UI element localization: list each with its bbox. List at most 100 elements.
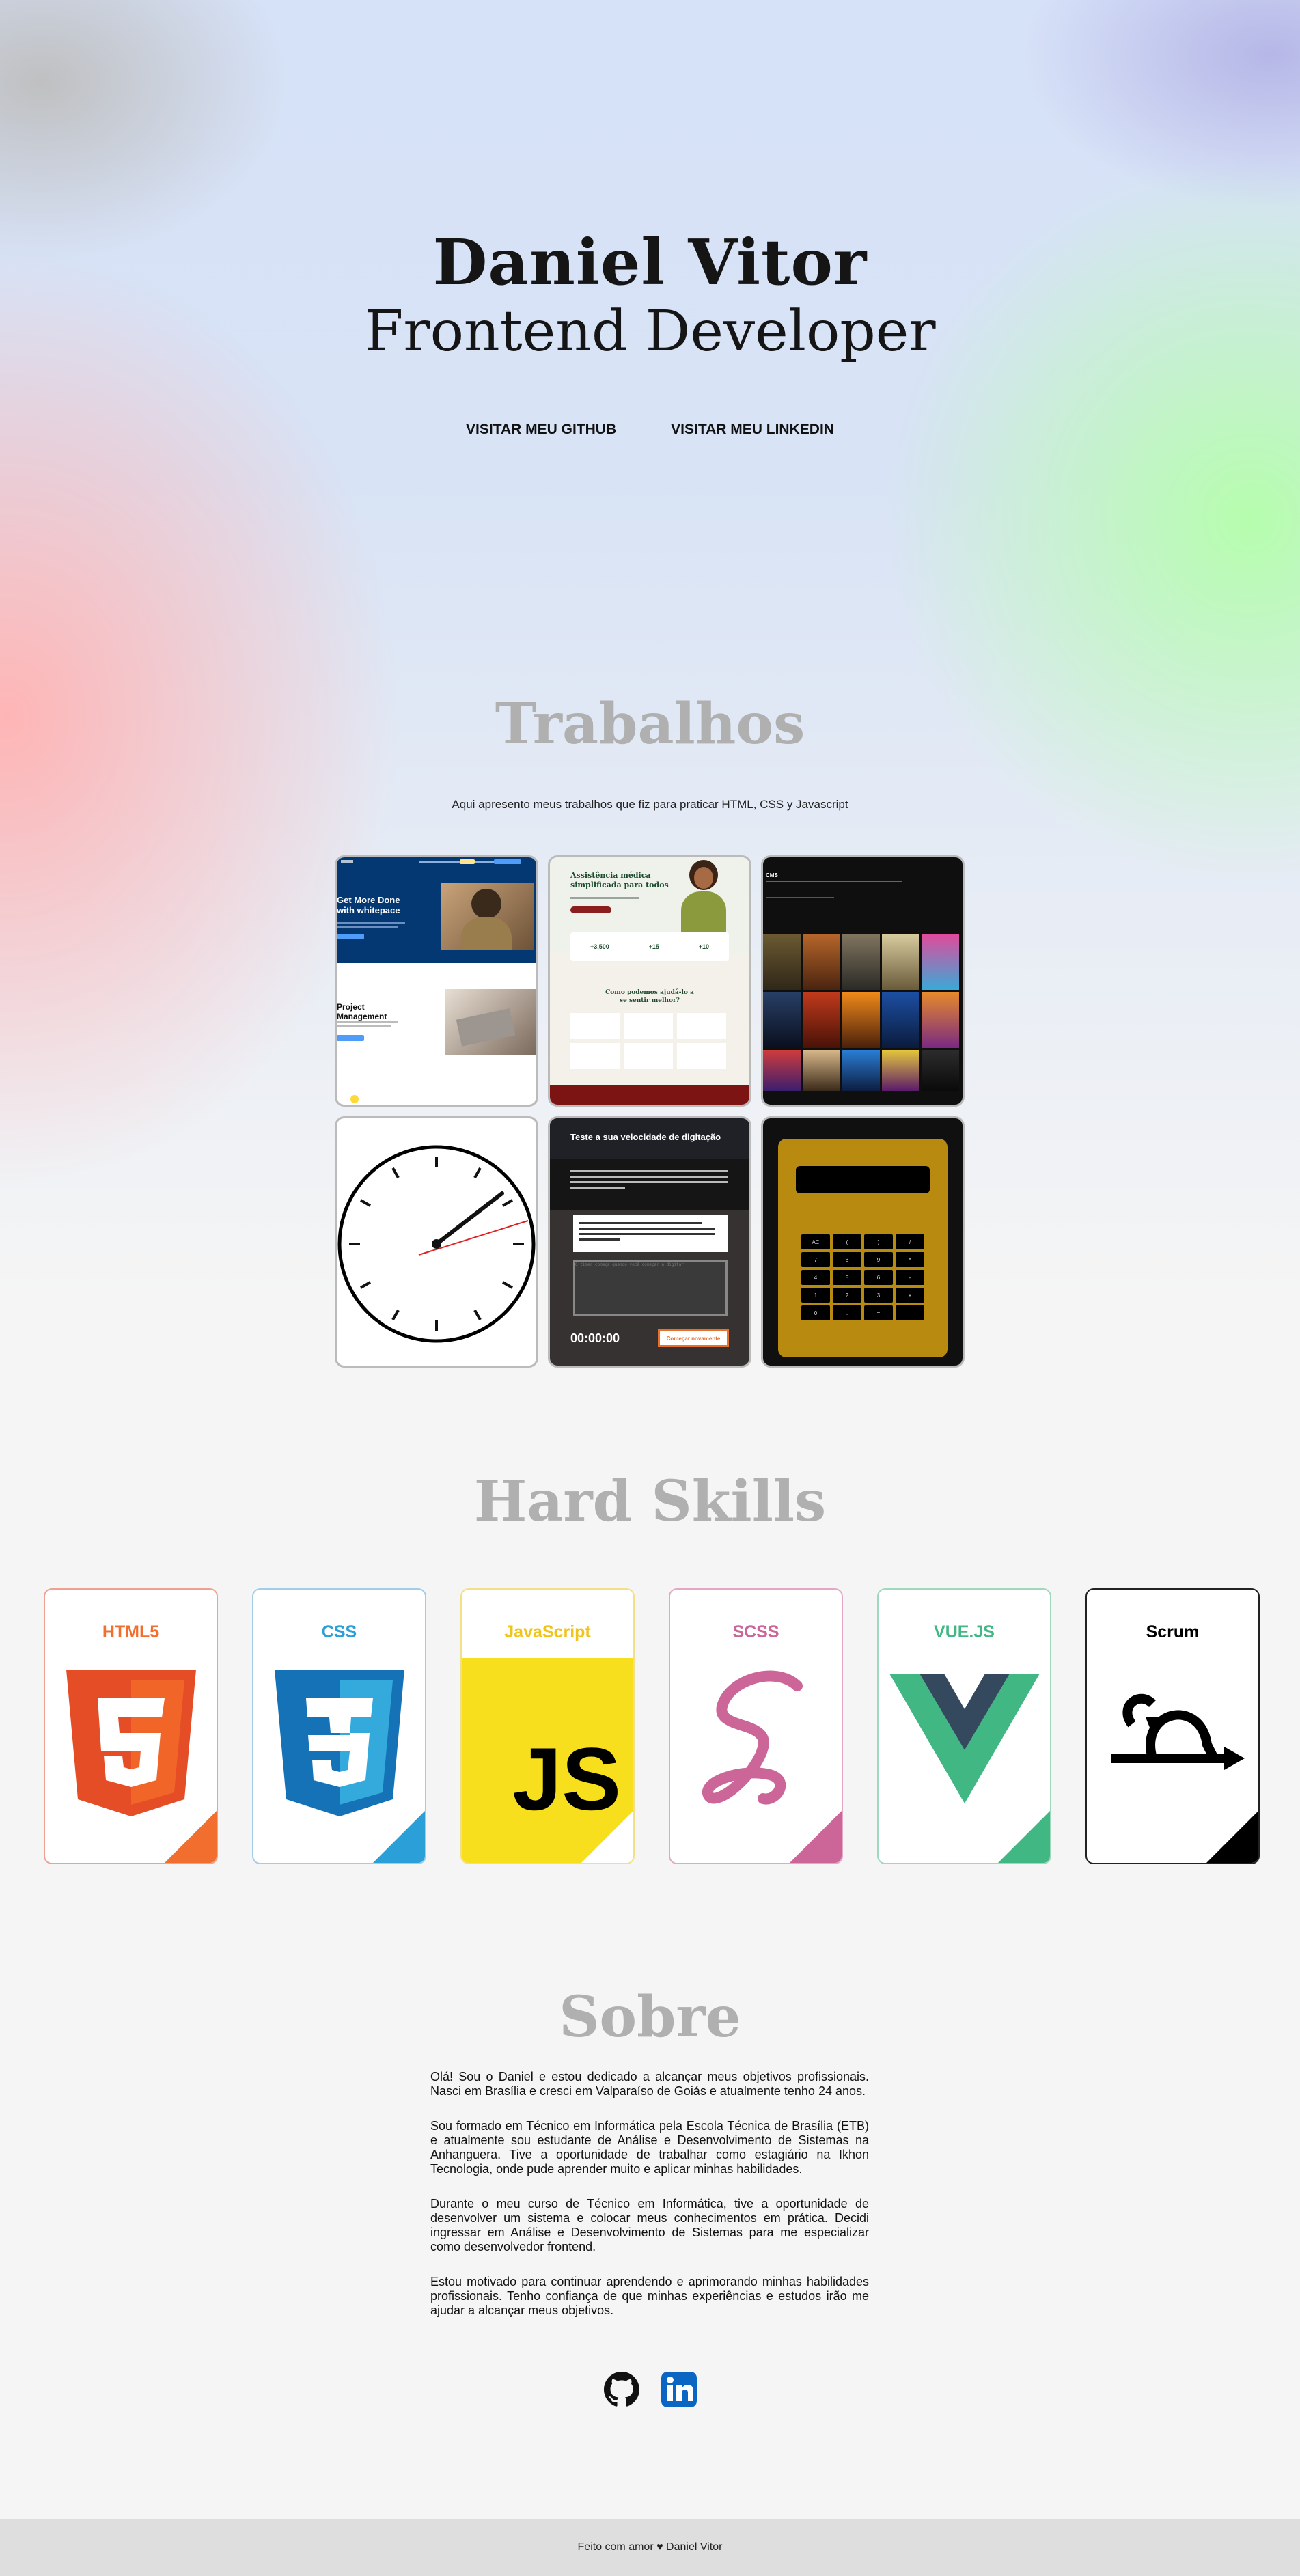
hero-links: VISITAR MEU GITHUB VISITAR MEU LINKEDIN — [0, 421, 1300, 438]
work-thumb-btn — [337, 1035, 364, 1041]
skill-card-javascript[interactable]: JavaScript JS — [460, 1588, 635, 1864]
work-thumb-nav-btn2 — [494, 859, 521, 864]
work-thumb-laptop — [456, 1008, 516, 1047]
hero-section: Daniel Vitor Frontend Developer VISITAR … — [0, 225, 1300, 438]
skill-card-html5[interactable]: HTML5 — [44, 1588, 218, 1864]
work-thumb-heading: Assistência médica simplificada para tod… — [570, 871, 669, 889]
calc-key[interactable]: + — [896, 1288, 924, 1303]
github-icon — [603, 2372, 639, 2407]
poster — [842, 992, 880, 1048]
hero-name: Daniel Vitor — [432, 225, 868, 299]
calc-key[interactable]: ) — [864, 1234, 893, 1249]
skill-label: VUE.JS — [934, 1622, 995, 1642]
work-card-movies[interactable]: CMS — [761, 855, 965, 1107]
html5-icon — [66, 1670, 196, 1816]
work-card-whitepace[interactable]: Get More Done with whitepace Project Man… — [335, 855, 538, 1107]
poster — [922, 992, 959, 1048]
line — [579, 1228, 715, 1230]
poster — [803, 992, 840, 1048]
works-title: Trabalhos — [495, 691, 805, 757]
typing-header: Teste a sua velocidade de digitação — [550, 1118, 749, 1159]
clock-svg — [337, 1145, 536, 1343]
linkedin-icon-link[interactable] — [661, 2372, 697, 2410]
work-thumb-footer — [550, 1085, 749, 1105]
skill-label: HTML5 — [102, 1622, 160, 1642]
work-thumb-text — [570, 897, 639, 899]
work-thumb-person — [680, 857, 728, 934]
calc-key[interactable] — [896, 1305, 924, 1320]
footer-text: Feito com amor ♥ Daniel Vitor — [577, 2541, 723, 2553]
linkedin-link[interactable]: VISITAR MEU LINKEDIN — [671, 421, 834, 438]
poster — [763, 1050, 801, 1091]
skill-card-vue[interactable]: VUE.JS — [877, 1588, 1051, 1864]
work-thumb-cta — [570, 906, 611, 913]
calc-key[interactable]: / — [896, 1234, 924, 1249]
card — [624, 1013, 673, 1039]
calc-key[interactable]: 7 — [801, 1252, 830, 1267]
card — [677, 1013, 726, 1039]
work-thumb-cta — [337, 934, 364, 939]
work-thumb-text2 — [766, 897, 834, 898]
calc-keypad: AC ( ) / 7 8 9 * 4 5 6 - 1 2 3 + 0 . = — [801, 1234, 924, 1320]
line — [570, 1187, 625, 1189]
calc-key[interactable]: - — [896, 1270, 924, 1285]
calc-body: AC ( ) / 7 8 9 * 4 5 6 - 1 2 3 + 0 . = — [778, 1139, 948, 1357]
calc-key[interactable]: ( — [833, 1234, 861, 1249]
calc-key[interactable]: 4 — [801, 1270, 830, 1285]
css3-icon — [274, 1670, 404, 1816]
calc-key[interactable]: 0 — [801, 1305, 830, 1320]
skill-corner — [373, 1811, 425, 1863]
calc-key[interactable]: 1 — [801, 1288, 830, 1303]
work-card-typing[interactable]: Teste a sua velocidade de digitação 00:0… — [548, 1116, 751, 1368]
typing-input[interactable] — [573, 1260, 728, 1316]
work-thumb-sub: Project Management — [337, 1002, 387, 1021]
calc-key[interactable]: 3 — [864, 1288, 893, 1303]
skill-label: JavaScript — [504, 1622, 591, 1642]
footer: Feito com amor ♥ Daniel Vitor — [0, 2519, 1300, 2576]
github-icon-link[interactable] — [603, 2372, 639, 2410]
calc-key[interactable]: 8 — [833, 1252, 861, 1267]
skill-card-css[interactable]: CSS — [252, 1588, 426, 1864]
stat: +15 — [648, 943, 659, 950]
work-thumb-line — [337, 1021, 398, 1023]
sass-icon — [702, 1670, 803, 1805]
calc-key[interactable]: 6 — [864, 1270, 893, 1285]
poster — [763, 934, 801, 990]
card — [624, 1043, 673, 1069]
calc-key[interactable]: = — [864, 1305, 893, 1320]
calc-key[interactable]: 5 — [833, 1270, 861, 1285]
work-card-medical[interactable]: Assistência médica simplificada para tod… — [548, 855, 751, 1107]
works-subtitle: Aqui apresento meus trabalhos que fiz pa… — [452, 798, 848, 811]
poster — [882, 934, 919, 990]
skills-list: HTML5 CSS JavaScript JS SCSS VUE.JS Scru… — [44, 1588, 1260, 1864]
calc-key[interactable]: AC — [801, 1234, 830, 1249]
poster — [803, 1050, 840, 1091]
calc-key[interactable]: 9 — [864, 1252, 893, 1267]
typing-restart-button[interactable]: Começar novamente — [658, 1329, 729, 1347]
card — [570, 1013, 620, 1039]
about-text: Olá! Sou o Daniel e estou dedicado a alc… — [430, 2070, 869, 2338]
skill-card-scrum[interactable]: Scrum — [1085, 1588, 1260, 1864]
work-card-calculator[interactable]: AC ( ) / 7 8 9 * 4 5 6 - 1 2 3 + 0 . = — [761, 1116, 965, 1368]
work-thumb-face — [694, 867, 713, 889]
line — [570, 1170, 728, 1172]
about-paragraph: Estou motivado para continuar aprendendo… — [430, 2275, 869, 2317]
typing-text-box — [573, 1215, 728, 1252]
skill-card-scss[interactable]: SCSS — [669, 1588, 843, 1864]
about-paragraph: Durante o meu curso de Técnico em Inform… — [430, 2197, 869, 2254]
calc-key[interactable]: 2 — [833, 1288, 861, 1303]
work-thumb-posters — [763, 934, 963, 1091]
skills-title: Hard Skills — [473, 1469, 827, 1534]
github-link[interactable]: VISITAR MEU GITHUB — [466, 421, 616, 438]
line — [579, 1233, 715, 1235]
calc-key[interactable]: * — [896, 1252, 924, 1267]
calc-display — [796, 1166, 930, 1193]
scrum-icon — [1111, 1693, 1245, 1770]
calc-key[interactable]: . — [833, 1305, 861, 1320]
work-thumb-stats: +3,500 +15 +10 — [570, 932, 729, 961]
skill-corner — [581, 1811, 633, 1863]
work-thumb-photo2 — [445, 989, 536, 1055]
social-links — [0, 2372, 1300, 2410]
work-card-clock[interactable] — [335, 1116, 538, 1368]
hero-role: Frontend Developer — [364, 299, 936, 364]
